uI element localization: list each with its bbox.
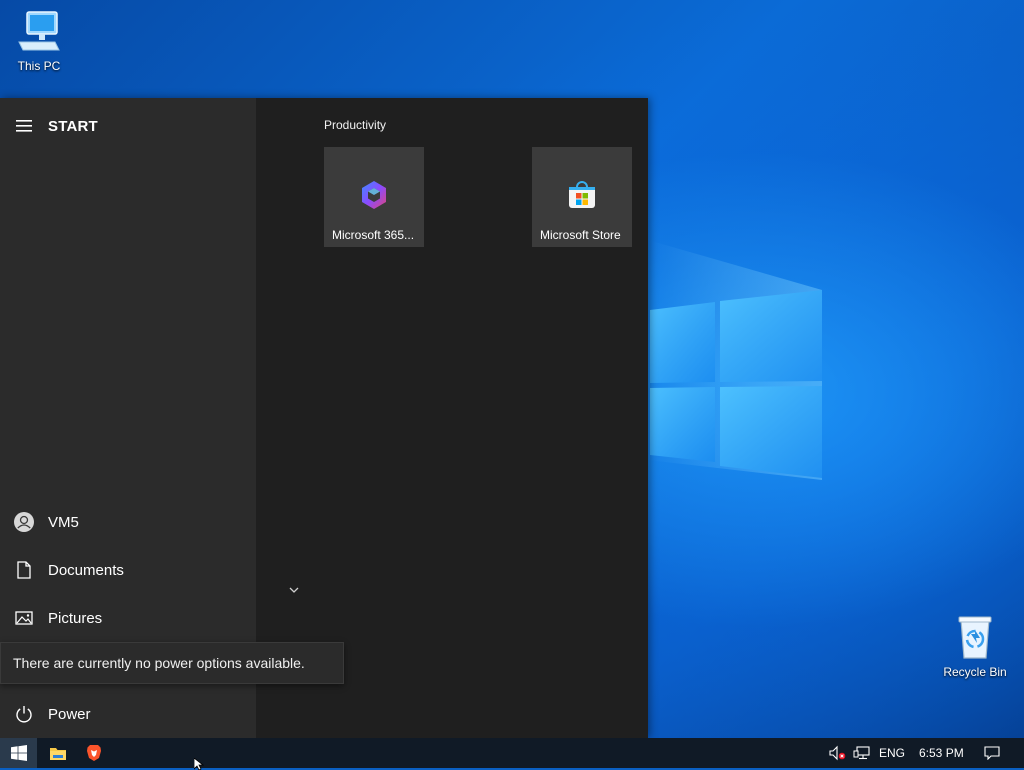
nav-label-documents: Documents [48,561,124,579]
brave-browser-icon [87,745,101,761]
start-menu-header: START [0,108,256,144]
notification-icon [984,746,1000,760]
nav-label-user: VM5 [48,513,79,531]
hamburger-menu-button[interactable] [0,108,48,144]
tray-clock[interactable]: 6:53 PM [919,738,964,768]
windows-logo-icon [10,745,27,761]
power-icon [16,706,32,723]
desktop-icon-this-pc[interactable]: This PC [2,8,76,73]
mouse-cursor-icon [194,758,205,770]
network-icon [853,746,870,760]
hamburger-icon [16,120,32,132]
desktop-icon-recycle-bin[interactable]: Recycle Bin [938,614,1012,679]
chevron-down-icon[interactable] [286,584,302,596]
computer-icon [18,11,60,51]
desktop-icon-label: This PC [17,59,61,73]
start-title: START [48,117,98,135]
tile-label: Microsoft Store [540,228,621,242]
taskbar-file-explorer[interactable] [42,738,74,768]
user-avatar-icon [14,512,34,532]
action-center-button[interactable] [978,738,1006,768]
tray-volume[interactable] [826,738,848,768]
tray-network[interactable] [850,738,874,768]
tile-microsoft-store[interactable]: Microsoft Store [532,147,632,247]
tile-group-title: Productivity [324,118,387,132]
microsoft-365-icon [362,181,386,209]
taskbar: ENG 6:53 PM [0,738,1024,768]
microsoft-store-icon [569,181,595,208]
pictures-icon [15,611,33,625]
taskbar-brave-browser[interactable] [78,738,110,768]
tray-language[interactable]: ENG [879,738,905,768]
nav-item-power[interactable]: Power [0,692,256,736]
document-icon [17,561,31,579]
nav-item-user[interactable]: VM5 [0,500,256,544]
nav-label-pictures: Pictures [48,609,103,627]
recycle-bin-icon [958,616,992,659]
nav-item-pictures[interactable]: Pictures [0,596,256,640]
tile-microsoft-365[interactable]: Microsoft 365... [324,147,424,247]
file-explorer-icon [50,748,66,760]
nav-label-power: Power [48,705,91,723]
tile-label: Microsoft 365... [332,228,415,242]
power-options-tooltip: There are currently no power options ava… [0,642,344,684]
volume-muted-icon [829,745,846,761]
desktop-icon-label: Recycle Bin [943,665,1007,679]
nav-item-documents[interactable]: Documents [0,548,256,592]
start-button[interactable] [0,738,37,768]
start-menu: START VM5 Documents Pictures Power There… [0,98,648,738]
